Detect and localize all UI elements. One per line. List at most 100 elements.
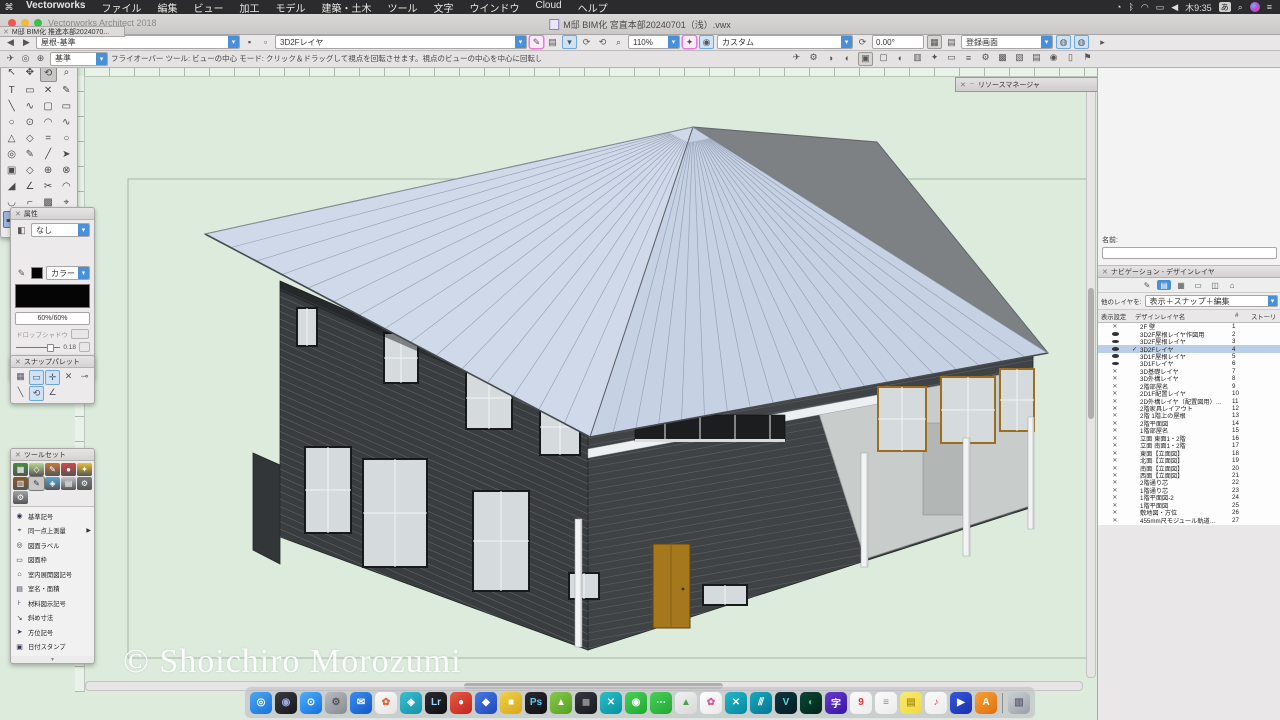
snap-distance-icon[interactable]: ⊸ xyxy=(77,370,92,383)
rotation-angle-field[interactable]: 0.00° xyxy=(872,35,924,49)
date-stamp-tool[interactable]: ▣日付スタンプ xyxy=(11,640,94,655)
toolset-stairs-icon[interactable]: ▤ xyxy=(61,477,76,490)
ramp-tool-icon[interactable]: ◢ xyxy=(3,179,20,194)
layer-hidden-icon[interactable]: ✕ xyxy=(1098,427,1132,434)
toolset-annotation-icon[interactable]: ✎ xyxy=(29,477,44,490)
other-layers-select[interactable]: 表示＋スナップ＋編集▾ xyxy=(1145,295,1278,307)
drawing-label-tool[interactable]: ◎図面ラベル xyxy=(11,538,94,553)
current-view-icon[interactable]: ✦ xyxy=(683,36,696,48)
dock-calendar-icon[interactable]: 9 xyxy=(850,692,872,714)
line-weight-select[interactable] xyxy=(79,342,90,352)
dock-photos2-icon[interactable]: ✿ xyxy=(700,692,722,714)
move-tool-icon[interactable]: ◇ xyxy=(21,163,38,178)
toolset-close-icon[interactable]: ✕ xyxy=(15,451,21,459)
render-settings-icon[interactable]: ⚙ xyxy=(807,52,820,64)
same-point-survey-tool[interactable]: ⌖同一点上測量▶ xyxy=(11,524,94,539)
dock-maps-icon[interactable]: ▲ xyxy=(675,692,697,714)
layer-hidden-icon[interactable]: ✕ xyxy=(1098,465,1132,472)
menu-item-4[interactable]: 加工 xyxy=(231,0,267,15)
layer-hidden-icon[interactable]: ✕ xyxy=(1098,494,1132,501)
resource-manager-collapse-icon[interactable]: − xyxy=(970,81,974,88)
dropshadow-toggle[interactable] xyxy=(71,329,89,339)
single-pane-icon[interactable]: ▦ xyxy=(927,35,942,49)
lighting-icon[interactable]: ✦ xyxy=(928,52,941,64)
sheet-border-tool[interactable]: ▭図面枠 xyxy=(11,553,94,568)
render-style-blue-icon[interactable]: ◐ xyxy=(841,52,854,64)
share-status-icon[interactable]: ◍ xyxy=(1074,35,1089,49)
room-name-tool[interactable]: ▤室名・面積 xyxy=(11,582,94,597)
layer-visible-icon[interactable] xyxy=(1098,346,1132,353)
dock-trash-icon[interactable]: ▥ xyxy=(1008,692,1030,714)
document-tab[interactable]: ✕ M邸 BIM化 推進本部2024070... xyxy=(0,26,125,37)
dock-kanji-app-icon[interactable]: 字 xyxy=(825,692,847,714)
toolset-detail-icon[interactable]: ◈ xyxy=(45,477,60,490)
layer-hidden-icon[interactable]: ✕ xyxy=(1098,383,1132,390)
layer-column-1[interactable]: デザインレイヤ名 xyxy=(1135,312,1235,321)
object-center-mode-icon[interactable]: ◎ xyxy=(19,53,32,65)
brush-tool-icon[interactable]: ✎ xyxy=(21,147,38,162)
oval-tool-icon[interactable]: ⊙ xyxy=(21,115,38,130)
pen-style-select[interactable]: カラー▾ xyxy=(46,266,90,280)
dock-red-app-icon[interactable]: ● xyxy=(450,692,472,714)
rotate-tool-icon[interactable]: ⊕ xyxy=(40,163,57,178)
menu-item-1[interactable]: ファイル xyxy=(93,0,149,15)
toolset-machine-icon[interactable]: ⚙ xyxy=(77,477,92,490)
layer-visible-icon[interactable] xyxy=(1098,360,1132,367)
regular-polygon-tool-icon[interactable]: ○ xyxy=(58,131,75,146)
nav-sheet-layers-icon[interactable]: ▦ xyxy=(1174,280,1188,290)
menu-item-3[interactable]: ビュー xyxy=(185,0,231,15)
layer-hidden-icon[interactable]: ✕ xyxy=(1098,509,1132,516)
sheet-table-icon[interactable]: ▤ xyxy=(1030,52,1043,64)
contrast-icon[interactable]: ◐ xyxy=(894,52,907,64)
snap-grid-icon[interactable]: ▦ xyxy=(13,370,28,383)
toolset-site-icon[interactable]: ◇ xyxy=(29,463,44,476)
polyline-tool-icon[interactable]: ◇ xyxy=(21,131,38,146)
dock-finder-icon[interactable]: ◎ xyxy=(250,692,272,714)
toolset-paint-icon[interactable]: ✎ xyxy=(45,463,60,476)
nav-classes-icon[interactable]: ✎ xyxy=(1140,280,1154,290)
snap-intersection-icon[interactable]: ✕ xyxy=(61,370,76,383)
layer-hidden-icon[interactable]: ✕ xyxy=(1098,457,1132,464)
menu-item-10[interactable]: Cloud xyxy=(527,0,569,15)
palette-collapse-nub[interactable]: ▾ xyxy=(11,656,94,663)
snap-point-icon[interactable]: ✛ xyxy=(45,370,60,385)
document-setup-icon[interactable]: ▤ xyxy=(546,36,559,48)
status-circle-icon[interactable]: ◔ xyxy=(1116,2,1121,12)
render-style-green-icon[interactable]: ◑ xyxy=(824,52,837,64)
layer-options-icon[interactable]: ▫ xyxy=(259,36,272,48)
surface-hatch-icon[interactable]: ▧ xyxy=(1013,52,1026,64)
snap-object-icon[interactable]: ▭ xyxy=(29,370,44,385)
attributes-close-icon[interactable]: ✕ xyxy=(15,210,21,218)
layer-hidden-icon[interactable]: ✕ xyxy=(1098,435,1132,442)
interior-elevation-tool[interactable]: ⌂室内展開図記号 xyxy=(11,567,94,582)
menu-item-5[interactable]: モデル xyxy=(267,0,313,15)
dock-messages-icon[interactable]: ⋯ xyxy=(650,692,672,714)
layer-hidden-icon[interactable]: ✕ xyxy=(1098,405,1132,412)
dock-photoshop-icon[interactable]: Ps xyxy=(525,692,547,714)
dock-notes-icon[interactable]: ▤ xyxy=(900,692,922,714)
line-weight-slider[interactable] xyxy=(16,347,60,348)
fill-bucket-icon[interactable]: ◧ xyxy=(15,224,28,236)
polygon-tool-icon[interactable]: △ xyxy=(3,131,20,146)
dock-vectorworks-x-icon[interactable]: ✕ xyxy=(725,692,747,714)
trim-tool-icon[interactable]: ✂ xyxy=(40,179,57,194)
snap-arc-icon[interactable]: ⟲ xyxy=(29,386,44,401)
select-similar-tool-icon[interactable]: ➤ xyxy=(58,147,75,162)
dock-swirl-icon[interactable]: ◐ xyxy=(800,692,822,714)
angled-dimension-tool[interactable]: ↘斜め寸法 xyxy=(11,611,94,626)
dock-itunes-icon[interactable]: ♪ xyxy=(925,692,947,714)
dock-siri-icon[interactable]: ◉ xyxy=(275,692,297,714)
zoom-magnifier-icon[interactable]: ⌕ xyxy=(612,36,625,48)
layer-visible-icon[interactable] xyxy=(1098,338,1132,345)
dock-settings-icon[interactable]: ⚙ xyxy=(325,692,347,714)
layer-column-2[interactable]: # xyxy=(1235,312,1251,321)
layer-hidden-icon[interactable]: ✕ xyxy=(1098,420,1132,427)
spotlight-icon[interactable]: ⌕ xyxy=(1238,2,1243,13)
viewport-icon[interactable]: ▭ xyxy=(945,52,958,64)
image-effects-icon[interactable]: ▩ xyxy=(996,52,1009,64)
text-tool-icon[interactable]: T xyxy=(3,83,20,98)
dock-appstore-icon[interactable]: A xyxy=(975,692,997,714)
rectangle-tool-icon[interactable]: ▭ xyxy=(58,99,75,114)
layer-column-3[interactable]: ストーリ xyxy=(1251,312,1280,321)
navigation-close-icon[interactable]: ✕ xyxy=(1102,268,1108,276)
